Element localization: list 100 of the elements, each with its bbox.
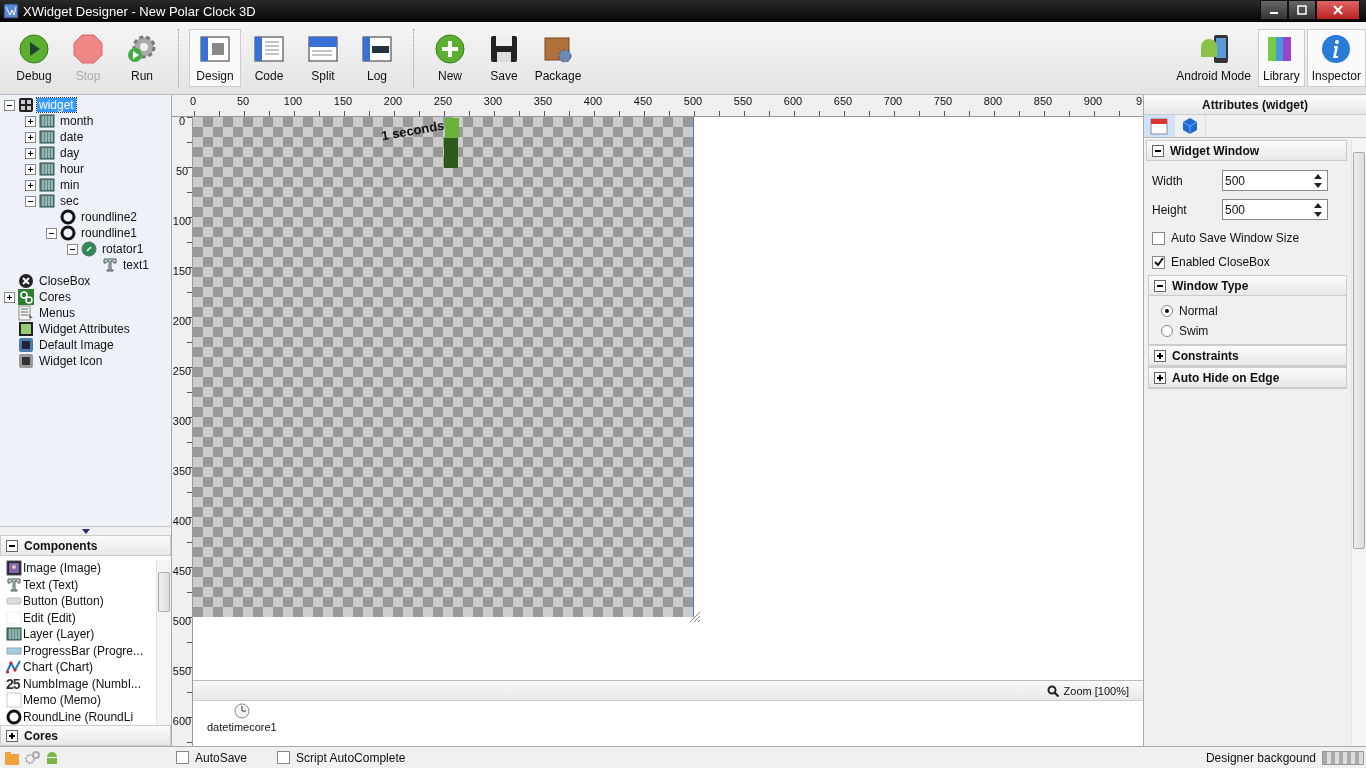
checkbox[interactable] — [1152, 255, 1165, 269]
scrollbar[interactable] — [1351, 140, 1366, 746]
tree-item[interactable]: text1 — [121, 258, 151, 272]
component-item[interactable]: 25 NumbImage (NumbI... — [6, 675, 156, 693]
toolbar-button[interactable]: Split — [297, 29, 349, 87]
maximize-button[interactable] — [1288, 0, 1316, 20]
collapse-toggle[interactable] — [46, 227, 57, 239]
component-item[interactable]: Memo (Memo) — [6, 692, 156, 709]
panel-title: Cores — [24, 728, 58, 743]
checkbox-label: AutoSave — [195, 750, 248, 765]
section-header[interactable]: Auto Hide on Edge — [1149, 367, 1346, 388]
gears-icon — [18, 289, 34, 305]
section-header[interactable]: Widget Window — [1146, 140, 1347, 161]
panel-header[interactable]: Components — [0, 535, 171, 557]
component-item[interactable]: Edit (Edit) — [6, 609, 156, 627]
field-label: Width — [1152, 173, 1184, 188]
tree-item[interactable]: day — [58, 146, 82, 160]
monitor-icon — [18, 337, 34, 353]
component-item[interactable]: Chart (Chart) — [6, 659, 156, 676]
section-header[interactable]: Window Type — [1149, 275, 1346, 296]
toolbar-button[interactable]: Android Mode — [1171, 29, 1256, 87]
checkbox[interactable] — [176, 751, 189, 764]
number-field[interactable]: 500 — [1222, 199, 1328, 220]
tree-item[interactable]: CloseBox — [37, 274, 93, 288]
toolbar-button[interactable]: Code — [243, 29, 295, 87]
horizontal-ruler: 0 50 100 150 200 250 300 350 400 450 500 550 600 650 700 750 800 850 900 9 — [172, 95, 1143, 117]
tree-item[interactable]: Widget Attributes — [37, 322, 132, 336]
tree-item[interactable]: Cores — [37, 290, 73, 304]
resize-grip-icon[interactable] — [687, 609, 701, 623]
checkbox[interactable] — [1152, 231, 1165, 245]
number-field[interactable]: 500 — [1222, 170, 1328, 191]
background-swatch[interactable] — [1322, 750, 1364, 765]
component-item[interactable]: ProgressBar (Progre... — [6, 642, 156, 660]
section-title: Window Type — [1172, 278, 1249, 293]
clock-icon — [233, 703, 250, 719]
expand-toggle[interactable] — [25, 163, 36, 175]
panel-title: Components — [24, 538, 98, 553]
component-item[interactable]: Image (Image) — [6, 560, 156, 577]
spinner-arrows-icon[interactable] — [1313, 172, 1323, 189]
stop-icon — [72, 33, 104, 65]
component-item[interactable]: Button (Button) — [6, 593, 156, 610]
gear-icon — [126, 33, 158, 65]
component-item[interactable]: Text (Text) — [6, 576, 156, 594]
grid-icon — [18, 97, 34, 113]
toolbar-button[interactable]: Debug — [8, 29, 60, 87]
component-item[interactable]: Layer (Layer) — [6, 626, 156, 643]
down-arrow-icon — [81, 528, 90, 534]
section-header[interactable]: Constraints — [1149, 345, 1346, 366]
section-title: Auto Hide on Edge — [1172, 370, 1280, 385]
toolbar-button[interactable]: Run — [116, 29, 168, 87]
text-icon — [6, 576, 22, 593]
collapse-toggle[interactable] — [25, 195, 36, 207]
tree-item[interactable]: Widget Icon — [37, 354, 105, 368]
component-item[interactable]: RoundLine (RoundLi — [6, 708, 156, 726]
radio-button[interactable] — [1161, 305, 1173, 317]
tree-item[interactable]: roundline1 — [79, 226, 140, 240]
toolbar-button[interactable]: Log — [351, 29, 403, 87]
tree-item[interactable]: Default Image — [37, 338, 116, 352]
radio-button[interactable] — [1161, 325, 1173, 337]
checkbox[interactable] — [277, 751, 291, 764]
collapse-toggle[interactable] — [4, 99, 15, 111]
core-item[interactable]: datetimecore1 — [207, 703, 277, 744]
toolbar-button[interactable]: Inspector — [1306, 29, 1366, 87]
toolbar-button[interactable]: Design — [189, 29, 241, 87]
collapse-toggle[interactable] — [67, 243, 78, 255]
tree-item[interactable]: date — [58, 130, 86, 144]
tree-item[interactable]: roundline2 — [79, 210, 140, 224]
checkbox-label: Auto Save Window Size — [1171, 231, 1300, 245]
toolbar-button[interactable]: Library — [1257, 29, 1305, 87]
calendar-icon — [1149, 116, 1169, 136]
expand-toggle[interactable] — [25, 147, 36, 159]
tree-item[interactable]: hour — [58, 162, 87, 176]
tree-item[interactable]: rotator1 — [100, 242, 146, 256]
toolbar-button[interactable]: New — [424, 29, 476, 87]
expand-toggle[interactable] — [25, 179, 36, 191]
edit-field-icon — [6, 609, 22, 626]
section-title: Widget Window — [1170, 143, 1260, 158]
maximize-icon — [1297, 5, 1307, 15]
zoom-label: Zoom [100%] — [1063, 684, 1129, 697]
close-button[interactable] — [1316, 0, 1360, 20]
chart-icon — [6, 659, 22, 676]
minimize-button[interactable] — [1260, 0, 1288, 20]
layer-icon — [39, 129, 55, 145]
expand-toggle[interactable] — [25, 131, 36, 143]
dial-icon — [81, 241, 97, 257]
toolbar-button[interactable]: Save — [478, 29, 530, 87]
tree-item[interactable]: sec — [58, 194, 81, 208]
tree-item[interactable]: Menus — [37, 306, 78, 320]
tree-item[interactable]: min — [58, 178, 82, 192]
vertical-ruler: 0 50 100 150 200 250 300 350 400 450 500 550 600 — [172, 117, 193, 746]
scrollbar[interactable] — [156, 560, 171, 726]
tree-item[interactable]: month — [58, 114, 96, 128]
tab[interactable] — [1144, 115, 1175, 137]
expand-toggle[interactable] — [25, 115, 36, 127]
expand-toggle[interactable] — [4, 291, 15, 303]
panel-header[interactable]: Cores — [0, 725, 171, 746]
info-icon — [1320, 33, 1353, 65]
toolbar-button[interactable]: Package — [532, 29, 584, 87]
spinner-arrows-icon[interactable] — [1313, 201, 1323, 218]
layer-icon — [39, 177, 55, 193]
